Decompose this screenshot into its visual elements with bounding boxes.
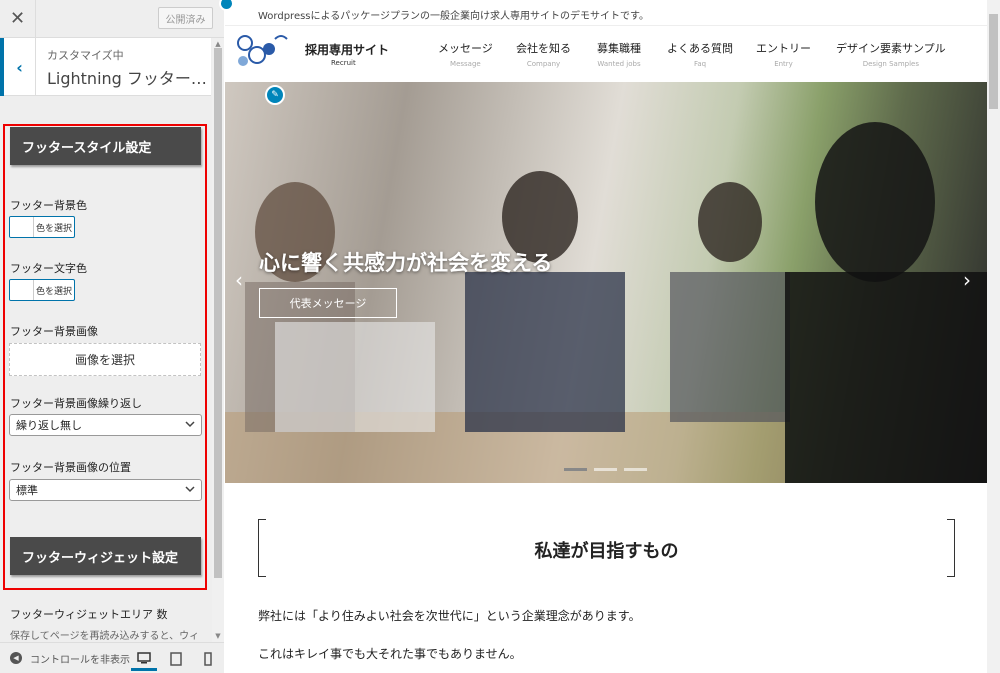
slide-indicator[interactable] (624, 468, 647, 471)
site-logo[interactable] (235, 29, 299, 75)
hero-message-button[interactable]: 代表メッセージ (259, 288, 397, 318)
desktop-icon[interactable] (131, 647, 157, 671)
site-name[interactable]: 採用専用サイト (305, 41, 389, 58)
panel-footer: ◀ コントロールを非表示 (0, 642, 224, 673)
collapse-icon[interactable]: ◀ (10, 652, 22, 664)
next-arrow-icon[interactable]: › (963, 268, 971, 292)
mobile-icon[interactable] (195, 647, 221, 671)
edit-shortcut-icon[interactable] (219, 0, 234, 11)
slide-indicator[interactable] (564, 468, 587, 471)
section-subtitle: カスタマイズ中 (47, 49, 124, 62)
site-topbar: Wordpressによるパッケージプランの一般企業向け求人専用サイトのデモサイト… (219, 0, 987, 26)
customizer-screen: ✕ 公開済み ‹ カスタマイズ中 Lightning フッター… フッタースタイ… (0, 0, 1000, 673)
slide-indicator[interactable] (594, 468, 617, 471)
widget-count-description: 保存してページを再読み込みすると、ウィ (10, 631, 200, 642)
section-heading: 私達が目指すもの (534, 541, 679, 562)
nav-item-jobs[interactable]: 募集職種 Wanted jobs (597, 40, 641, 68)
panel-scrollbar[interactable]: ▲ ▼ (212, 38, 224, 642)
section-header: ‹ カスタマイズ中 Lightning フッター… (0, 38, 211, 96)
tablet-icon[interactable] (163, 647, 189, 671)
hero-title: 心に響く共感力が社会を変える (259, 251, 553, 275)
close-icon[interactable]: ✕ (0, 0, 36, 37)
main-content: 私達が目指すもの 弊社には「より住みよい社会を次世代に」という企業理念があります… (225, 483, 987, 673)
nav-item-message[interactable]: メッセージ Message (438, 40, 493, 68)
back-icon[interactable]: ‹ (0, 38, 36, 96)
nav-item-faq[interactable]: よくある質問 Faq (667, 40, 733, 68)
nav-item-entry[interactable]: エントリー Entry (756, 40, 811, 68)
collapse-label[interactable]: コントロールを非表示 (30, 651, 130, 666)
nav-item-design-samples[interactable]: デザイン要素サンプル Design Samples (836, 40, 946, 68)
scroll-down-icon[interactable]: ▼ (212, 630, 224, 642)
hero-photo (225, 122, 987, 483)
widget-count-label: フッターウィジェットエリア 数 (10, 608, 168, 621)
prev-arrow-icon[interactable]: ‹ (235, 268, 243, 292)
nav-item-company[interactable]: 会社を知る Company (516, 40, 571, 68)
scroll-thumb[interactable] (989, 14, 998, 109)
publish-button[interactable]: 公開済み (158, 7, 213, 29)
paragraph: これはキレイ事でも大それた事でもありません。 (258, 647, 522, 661)
highlight-box (3, 124, 207, 590)
section-title: Lightning フッター… (47, 69, 207, 88)
paragraph: 弊社には「より住みよい社会を次世代に」という企業理念があります。 (258, 609, 641, 623)
section-heading-box: 私達が目指すもの (258, 519, 955, 577)
site-header: 採用専用サイト Recruit メッセージ Message 会社を知る Compan… (225, 26, 987, 82)
hero-slider[interactable]: ✎ 心に響く共感力が社会を変える 代表メッセージ ‹ › (225, 82, 987, 483)
scroll-thumb[interactable] (214, 48, 222, 578)
panel-header: ✕ 公開済み (0, 0, 224, 38)
site-tagline: Recruit (331, 59, 356, 67)
topbar-description: Wordpressによるパッケージプランの一般企業向け求人専用サイトのデモサイト… (258, 11, 650, 22)
site-preview: Wordpressによるパッケージプランの一般企業向け求人専用サイトのデモサイト… (219, 0, 1000, 673)
customizer-panel: ✕ 公開済み ‹ カスタマイズ中 Lightning フッター… フッタースタイ… (0, 0, 224, 673)
preview-scrollbar[interactable] (987, 0, 1000, 673)
edit-shortcut-icon[interactable]: ✎ (265, 85, 285, 105)
